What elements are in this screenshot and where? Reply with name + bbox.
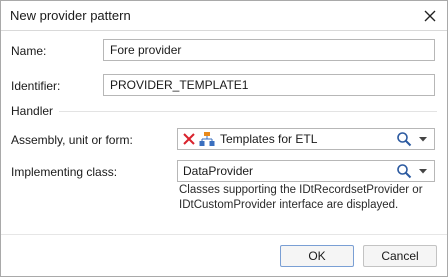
implementing-class-combo[interactable]: DataProvider bbox=[177, 160, 435, 182]
implementing-class-label: Implementing class: bbox=[11, 165, 118, 179]
name-input[interactable]: Fore provider bbox=[103, 39, 435, 61]
new-provider-pattern-dialog: New provider pattern Name: Fore provider… bbox=[0, 0, 448, 277]
handler-group-divider bbox=[59, 111, 437, 112]
cancel-button[interactable]: Cancel bbox=[363, 245, 437, 267]
hierarchy-icon bbox=[199, 131, 215, 147]
clear-x-icon bbox=[183, 133, 195, 145]
ok-button[interactable]: OK bbox=[280, 245, 354, 267]
clear-button[interactable] bbox=[182, 132, 196, 146]
implementing-class-value: DataProvider bbox=[183, 164, 254, 178]
search-icon bbox=[397, 132, 412, 147]
assembly-combo[interactable]: Templates for ETL bbox=[177, 128, 435, 150]
search-icon bbox=[397, 164, 412, 179]
handler-group-label: Handler bbox=[11, 104, 54, 118]
identifier-label: Identifier: bbox=[11, 79, 61, 93]
assembly-label: Assembly, unit or form: bbox=[11, 133, 133, 147]
dialog-title: New provider pattern bbox=[10, 8, 131, 23]
footer-divider bbox=[1, 234, 447, 235]
class-search-button[interactable] bbox=[396, 163, 412, 179]
close-icon bbox=[424, 10, 436, 22]
implementing-class-hint: Classes supporting the IDtRecordsetProvi… bbox=[179, 184, 423, 211]
assembly-dropdown-button[interactable] bbox=[416, 131, 430, 147]
chevron-down-icon bbox=[419, 136, 427, 141]
chevron-down-icon bbox=[419, 168, 427, 173]
title-bar: New provider pattern bbox=[1, 1, 447, 31]
class-dropdown-button[interactable] bbox=[416, 163, 430, 179]
identifier-input[interactable]: PROVIDER_TEMPLATE1 bbox=[103, 74, 435, 96]
assembly-search-button[interactable] bbox=[396, 131, 412, 147]
close-button[interactable] bbox=[419, 5, 441, 27]
name-label: Name: bbox=[11, 44, 47, 58]
assembly-value: Templates for ETL bbox=[220, 132, 318, 146]
